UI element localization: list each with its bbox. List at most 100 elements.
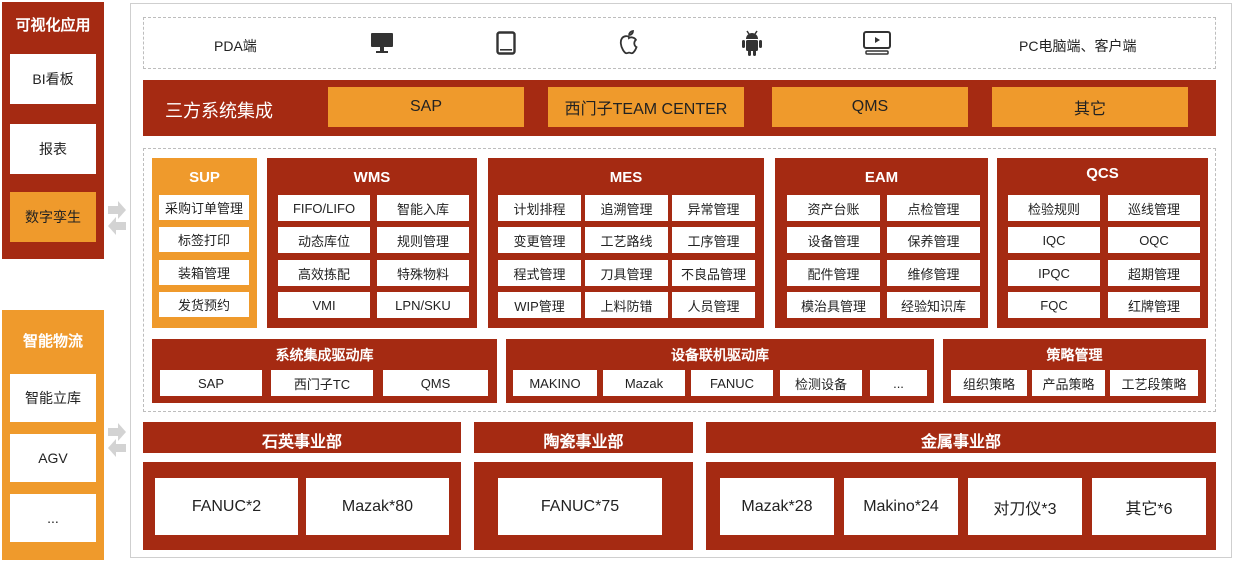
mes-item[interactable]: 不良品管理 [672,260,755,286]
visual-app-panel: 可视化应用 BI看板 报表 数字孪生 [2,2,104,259]
division-title: 金属事业部 [920,434,1001,451]
wms-item[interactable]: 特殊物料 [377,260,469,286]
wms-item[interactable]: 智能入库 [377,195,469,221]
mes-module: MES 计划排程 追溯管理 异常管理 变更管理 工艺路线 工序管理 程式管理 刀… [488,158,764,328]
qcs-item[interactable]: 红牌管理 [1108,292,1200,318]
division-item[interactable]: Makino*24 [844,478,958,535]
pda-label: PDA端 [214,38,257,54]
eam-item[interactable]: 维修管理 [887,260,980,286]
eam-item[interactable]: 保养管理 [887,227,980,253]
qcs-item[interactable]: OQC [1108,227,1200,253]
strategy-module: 策略管理 组织策略 产品策略 工艺段策略 [943,339,1206,403]
qcs-item[interactable]: 超期管理 [1108,260,1200,286]
wms-item[interactable]: 高效拣配 [278,260,370,286]
agv-item[interactable]: AGV [10,434,96,482]
division-item[interactable]: 对刀仪*3 [968,478,1082,535]
mes-item[interactable]: WIP管理 [498,292,581,318]
system-driver-item[interactable]: SAP [160,370,262,396]
eam-item[interactable]: 经验知识库 [887,292,980,318]
strategy-title: 策略管理 [1046,347,1103,363]
wms-item[interactable]: FIFO/LIFO [278,195,370,221]
terminals-row: PDA端 PC电脑端、客户端 [143,17,1216,69]
division-item[interactable]: FANUC*2 [155,478,298,535]
eam-item[interactable]: 设备管理 [787,227,880,253]
mes-item[interactable]: 刀具管理 [585,260,668,286]
device-driver-item[interactable]: ... [870,370,927,396]
third-party-bar: 三方系统集成 SAP 西门子TEAM CENTER QMS 其它 [143,80,1216,136]
mes-title: MES [609,169,643,186]
system-driver-title: 系统集成驱动库 [275,347,374,363]
mes-item[interactable]: 异常管理 [672,195,755,221]
division-item[interactable]: Mazak*80 [306,478,449,535]
device-driver-item[interactable]: Mazak [603,370,685,396]
mes-item[interactable]: 工序管理 [672,227,755,253]
strategy-item[interactable]: 产品策略 [1032,370,1105,396]
mes-item[interactable]: 人员管理 [672,292,755,318]
wms-item[interactable]: 动态库位 [278,227,370,253]
wms-item[interactable]: LPN/SKU [377,292,469,318]
wms-module: WMS FIFO/LIFO 智能入库 动态库位 规则管理 高效拣配 特殊物料 V… [267,158,477,328]
third-party-qms[interactable]: QMS [772,87,968,127]
apple-icon [619,30,638,55]
sup-module: SUP 采购订单管理 标签打印 装箱管理 发货预约 [152,158,257,328]
smart-warehouse-item[interactable]: 智能立库 [10,374,96,422]
eam-item[interactable]: 资产台账 [787,195,880,221]
android-icon [742,30,762,56]
qcs-item[interactable]: IQC [1008,227,1100,253]
double-arrow-icon [108,423,126,457]
digital-twin-item[interactable]: 数字孪生 [10,192,96,242]
division-header-quartz: 石英事业部 [143,422,461,453]
sup-item[interactable]: 装箱管理 [159,260,249,285]
tablet-icon [496,31,516,55]
qcs-module: QCS 检验规则 巡线管理 IQC OQC IPQC 超期管理 FQC 红牌管理 [997,158,1208,328]
monitor-icon [371,33,393,53]
system-driver-item[interactable]: QMS [383,370,488,396]
eam-item[interactable]: 配件管理 [787,260,880,286]
logistics-title: 智能物流 [22,333,83,350]
mes-item[interactable]: 程式管理 [498,260,581,286]
logistics-panel: 智能物流 智能立库 AGV ... [2,310,104,560]
wms-item[interactable]: VMI [278,292,370,318]
mes-item[interactable]: 上料防错 [585,292,668,318]
strategy-item[interactable]: 工艺段策略 [1110,370,1198,396]
third-party-teamcenter[interactable]: 西门子TEAM CENTER [548,87,744,127]
eam-item[interactable]: 点检管理 [887,195,980,221]
sup-item[interactable]: 标签打印 [159,227,249,252]
system-driver-module: 系统集成驱动库 SAP 西门子TC QMS [152,339,497,403]
division-item[interactable]: 其它*6 [1092,478,1206,535]
division-header-metal: 金属事业部 [706,422,1216,453]
eam-module: EAM 资产台账 点检管理 设备管理 保养管理 配件管理 维修管理 模治具管理 … [775,158,988,328]
report-item[interactable]: 报表 [10,124,96,174]
division-item[interactable]: FANUC*75 [498,478,662,535]
mes-item[interactable]: 追溯管理 [585,195,668,221]
mes-item[interactable]: 变更管理 [498,227,581,253]
eam-title: EAM [864,169,899,186]
division-item[interactable]: Mazak*28 [720,478,834,535]
bi-board-item[interactable]: BI看板 [10,54,96,104]
mes-item[interactable]: 工艺路线 [585,227,668,253]
eam-item[interactable]: 模治具管理 [787,292,880,318]
qcs-item[interactable]: 检验规则 [1008,195,1100,221]
visual-app-title: 可视化应用 [15,17,91,34]
device-driver-item[interactable]: MAKINO [513,370,597,396]
device-driver-item[interactable]: FANUC [691,370,773,396]
division-title: 石英事业部 [261,434,342,451]
sup-item[interactable]: 发货预约 [159,292,249,317]
division-header-ceramic: 陶瓷事业部 [474,422,693,453]
more-logistics-item[interactable]: ... [10,494,96,542]
wms-title: WMS [353,169,391,186]
qcs-title: QCS [1086,165,1119,182]
qcs-item[interactable]: FQC [1008,292,1100,318]
qcs-item[interactable]: 巡线管理 [1108,195,1200,221]
wms-item[interactable]: 规则管理 [377,227,469,253]
strategy-item[interactable]: 组织策略 [951,370,1027,396]
system-driver-item[interactable]: 西门子TC [271,370,373,396]
third-party-other[interactable]: 其它 [992,87,1188,127]
division-body-quartz: FANUC*2 Mazak*80 [143,462,461,550]
double-arrow-icon [108,201,126,235]
third-party-sap[interactable]: SAP [328,87,524,127]
mes-item[interactable]: 计划排程 [498,195,581,221]
qcs-item[interactable]: IPQC [1008,260,1100,286]
device-driver-item[interactable]: 检测设备 [780,370,862,396]
sup-item[interactable]: 采购订单管理 [159,195,249,220]
